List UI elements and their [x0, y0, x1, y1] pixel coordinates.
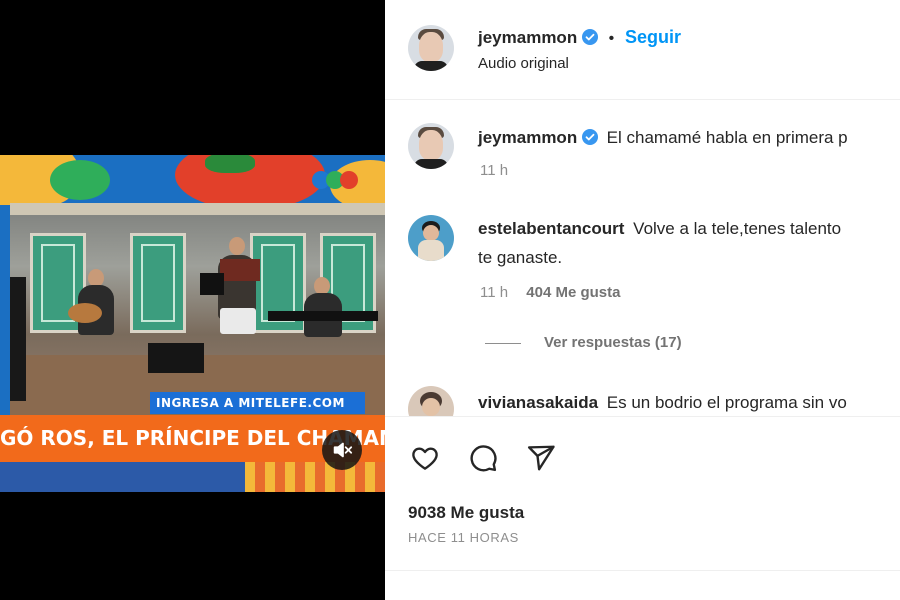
- caption-time[interactable]: 11 h: [480, 162, 508, 179]
- channel-logo: [312, 171, 372, 193]
- accordion: [220, 259, 260, 281]
- speaker-monitor: [148, 343, 204, 373]
- mute-button[interactable]: [322, 430, 362, 470]
- caption-avatar[interactable]: [408, 123, 454, 169]
- actions-divider: [385, 416, 900, 417]
- comment-text-continued: te ganaste.: [478, 248, 563, 267]
- keyboard: [268, 311, 378, 321]
- audio-label[interactable]: Audio original: [478, 55, 569, 72]
- view-replies-button[interactable]: Ver respuestas (17): [544, 334, 682, 351]
- comment-bubble-icon: [470, 445, 497, 472]
- header-username[interactable]: jeymammon: [478, 28, 577, 47]
- heart-icon: [412, 447, 438, 470]
- follow-button[interactable]: Seguir: [625, 27, 681, 47]
- side-screen: [10, 277, 26, 401]
- comment-button[interactable]: [465, 440, 501, 476]
- commenter-avatar[interactable]: [408, 215, 454, 261]
- comment-likes[interactable]: 404 Me gusta: [526, 284, 620, 301]
- paper-plane-icon: [527, 445, 555, 471]
- guitar: [68, 303, 102, 323]
- comment-text: Es un bodrio el programa sin vo: [606, 393, 847, 412]
- video-player[interactable]: INGRESA A MITELEFE.COM GÓ ROS, EL PRÍNCI…: [0, 0, 385, 600]
- post-timestamp[interactable]: HACE 11 HORAS: [408, 530, 519, 545]
- caption-text: El chamamé habla en primera p: [606, 128, 848, 147]
- decor-tiles: [245, 462, 385, 492]
- post-panel: jeymammon • Seguir Audio original jeymam…: [385, 0, 900, 600]
- header-divider: [385, 99, 900, 100]
- tv-stage-scene: [10, 203, 385, 415]
- comment-username[interactable]: vivianasakaida: [478, 393, 598, 412]
- stage-ceiling: [10, 203, 385, 215]
- comment-text: Volve a la tele,tenes talento: [633, 219, 842, 238]
- replies-line: [485, 343, 521, 344]
- caption: jeymammon El chamamé habla en primera p: [478, 128, 848, 148]
- verified-badge-icon: [581, 129, 598, 145]
- dot-separator: •: [608, 30, 615, 47]
- share-button[interactable]: [523, 440, 559, 476]
- musician-head: [229, 237, 245, 255]
- decor-leaf: [205, 155, 255, 173]
- stage-window: [130, 233, 186, 333]
- comment: estelabentancourt Volve a la tele,tenes …: [478, 219, 841, 239]
- caption-username[interactable]: jeymammon: [478, 128, 577, 147]
- author-avatar[interactable]: [408, 25, 454, 71]
- comment-meta: 11 h 404 Me gusta: [480, 284, 620, 301]
- website-banner: INGRESA A MITELEFE.COM: [150, 392, 365, 414]
- verified-badge-icon: [581, 29, 598, 45]
- decor-shape: [50, 160, 110, 200]
- comment-username[interactable]: estelabentancourt: [478, 219, 624, 238]
- comment-time[interactable]: 11 h: [480, 284, 508, 301]
- like-button[interactable]: [407, 440, 443, 476]
- footer-divider: [385, 570, 900, 571]
- white-chair: [220, 308, 256, 334]
- music-stand: [200, 273, 224, 295]
- muted-speaker-icon: [333, 442, 353, 458]
- post-header: jeymammon • Seguir: [478, 27, 681, 48]
- comment: vivianasakaida Es un bodrio el programa …: [478, 393, 847, 413]
- likes-count[interactable]: 9038 Me gusta: [408, 503, 524, 523]
